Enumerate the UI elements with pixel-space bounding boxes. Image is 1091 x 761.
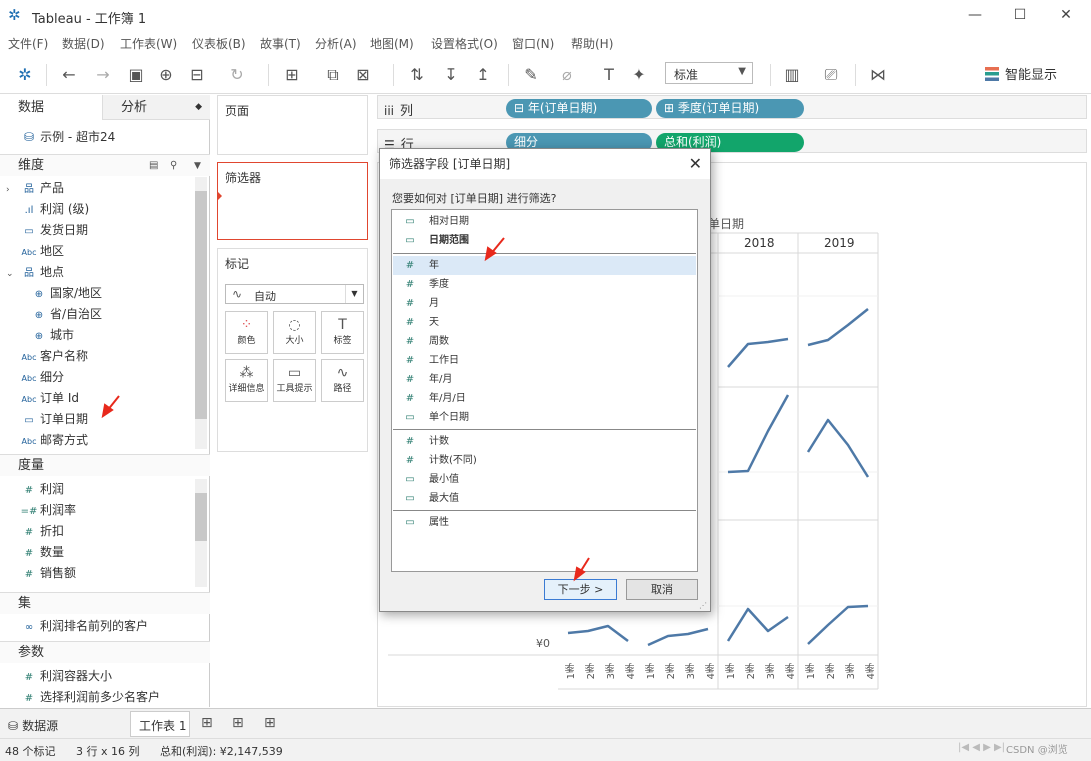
sum-profit: 总和(利润): ¥2,147,539	[160, 745, 283, 758]
status-bar: 48 个标记 3 行 x 16 列 总和(利润): ¥2,147,539 |◀ …	[0, 738, 1091, 761]
annotation-arrows	[101, 237, 590, 582]
new-story-icon[interactable]: ⊞	[264, 715, 276, 731]
grid-size: 3 行 x 16 列	[76, 745, 140, 758]
new-worksheet-icon[interactable]: ⊞	[201, 715, 213, 731]
datasource-icon: ⛁	[8, 719, 19, 733]
sheet-tab-bar: ⛁ 数据源 工作表 1 ⊞ ⊞ ⊞	[0, 708, 1091, 738]
nav-arrows-icon[interactable]: |◀ ◀ ▶ ▶|	[958, 742, 1005, 753]
new-dashboard-icon[interactable]: ⊞	[232, 715, 244, 731]
tab-datasource[interactable]: ⛁ 数据源	[8, 717, 58, 734]
tab-sheet-1[interactable]: 工作表 1	[130, 711, 190, 737]
marks-count: 48 个标记	[5, 745, 56, 758]
watermark: CSDN @浏览	[1006, 745, 1068, 756]
